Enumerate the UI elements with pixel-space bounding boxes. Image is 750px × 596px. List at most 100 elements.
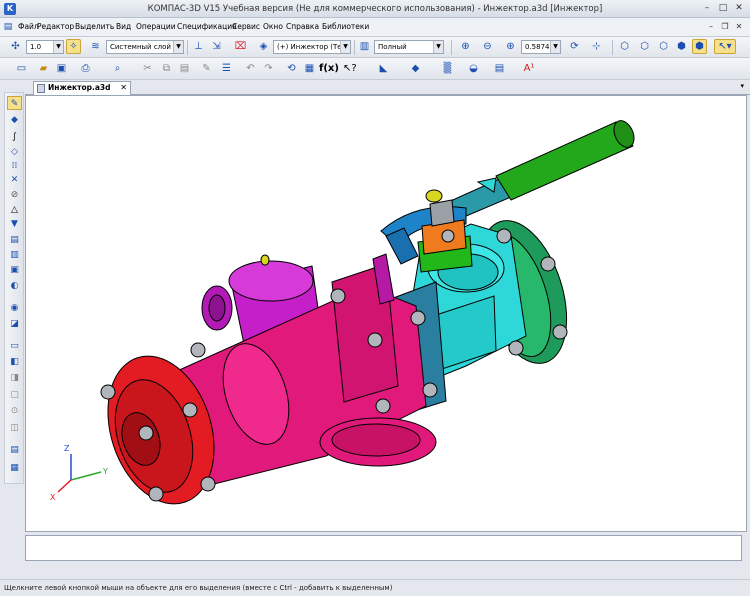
zoom-in-icon[interactable]: ⊕ bbox=[503, 39, 518, 54]
document-icon[interactable]: ▤ bbox=[2, 19, 14, 33]
doc-close-button[interactable]: ✕ bbox=[734, 21, 744, 32]
properties-icon[interactable]: ☰ bbox=[219, 61, 234, 76]
copy-icon[interactable]: ⧉ bbox=[159, 61, 174, 76]
step-combo[interactable]: 1.0 ▼ bbox=[26, 40, 64, 54]
material-icon[interactable]: ◆ bbox=[408, 61, 423, 76]
snap-grid-icon[interactable]: ✧ bbox=[66, 39, 81, 54]
document-tab-bar: Инжектор.a3d ✕ ▾ bbox=[25, 80, 750, 95]
chevron-down-icon[interactable]: ▼ bbox=[340, 41, 350, 53]
sheet-metal-icon[interactable]: ◐ bbox=[7, 279, 22, 293]
zoom-combo[interactable]: 0.5874 ▼ bbox=[521, 40, 561, 54]
menu-view[interactable]: Вид bbox=[116, 22, 131, 31]
part-icon[interactable]: ◈ bbox=[256, 39, 271, 54]
doc-restore-button[interactable]: ❐ bbox=[720, 21, 730, 32]
local-cs-icon[interactable]: ⊥ bbox=[191, 39, 206, 54]
display-mode-combo[interactable]: Полный ▼ bbox=[374, 40, 444, 54]
hidden-lines-icon[interactable]: ⬡ bbox=[637, 39, 652, 54]
view-orientation-icon[interactable]: ◣ bbox=[376, 61, 391, 76]
move-component-icon[interactable]: ◧ bbox=[7, 355, 22, 369]
menu-select[interactable]: Выделить bbox=[75, 22, 114, 31]
help-pointer-icon[interactable]: ↖? bbox=[342, 61, 357, 76]
hidden-thin-icon[interactable]: ⬡ bbox=[656, 39, 671, 54]
measure-tool-icon[interactable]: ▤ bbox=[7, 233, 22, 247]
assembly-icon[interactable]: ◉ bbox=[7, 301, 22, 315]
toolbar-separator bbox=[612, 40, 613, 55]
aux-geometry-icon[interactable]: ✕ bbox=[7, 173, 22, 187]
menu-specification[interactable]: Спецификация bbox=[177, 22, 237, 31]
menu-operations[interactable]: Операции bbox=[136, 22, 176, 31]
print-preview-icon[interactable]: ⌕ bbox=[110, 61, 125, 76]
part-combo[interactable]: (+) Инжектор (Тел ▼ bbox=[273, 40, 351, 54]
layers-icon[interactable]: ≋ bbox=[88, 39, 103, 54]
function-icon[interactable]: f(x) bbox=[318, 61, 339, 76]
section-icon[interactable]: ◒ bbox=[466, 61, 481, 76]
arrays-icon[interactable]: ⁞⁞ bbox=[7, 159, 22, 173]
shaded-edges-icon[interactable]: ⬢ bbox=[692, 39, 707, 54]
manager-icon[interactable]: ⟲ bbox=[284, 61, 299, 76]
constraints-icon[interactable]: △ bbox=[7, 203, 22, 217]
shaded-icon[interactable]: ⬢ bbox=[674, 39, 689, 54]
chevron-down-icon[interactable]: ▼ bbox=[53, 41, 63, 53]
render-mode-icon[interactable]: ▥ bbox=[357, 39, 372, 54]
zoom-window-icon[interactable]: ⊕ bbox=[458, 39, 473, 54]
orientation-axes-icon[interactable]: ⊹ bbox=[589, 39, 604, 54]
report-icon[interactable]: ▣ bbox=[7, 263, 22, 277]
mates-icon[interactable]: ◪ bbox=[7, 317, 22, 331]
open-folder-icon[interactable]: ▰ bbox=[36, 61, 51, 76]
undo-icon[interactable]: ↶ bbox=[243, 61, 258, 76]
menu-help[interactable]: Справка bbox=[286, 22, 319, 31]
chevron-down-icon[interactable]: ▼ bbox=[173, 41, 183, 53]
new-document-icon[interactable]: ▭ bbox=[14, 61, 29, 76]
spec-icon[interactable]: ▥ bbox=[7, 248, 22, 262]
trash-icon[interactable]: ⌧ bbox=[233, 39, 248, 54]
menu-service[interactable]: Сервис bbox=[232, 22, 260, 31]
measure-icon[interactable]: ▒ bbox=[440, 61, 455, 76]
chevron-down-icon[interactable]: ▼ bbox=[550, 41, 560, 53]
solid-ops-icon[interactable]: ◆ bbox=[7, 113, 22, 127]
menu-file[interactable]: Файл bbox=[18, 22, 39, 31]
spline-icon[interactable]: ∫ bbox=[7, 130, 22, 144]
shafts-icon[interactable]: ◫ bbox=[7, 421, 22, 435]
variables-icon[interactable]: ▦ bbox=[302, 61, 317, 76]
save-icon[interactable]: ▣ bbox=[54, 61, 69, 76]
rotate-icon[interactable]: ⟳ bbox=[567, 39, 582, 54]
surfaces-icon[interactable]: ◇ bbox=[7, 145, 22, 159]
doc-minimize-button[interactable]: – bbox=[706, 21, 716, 32]
document-tab[interactable]: Инжектор.a3d ✕ bbox=[33, 81, 131, 95]
edit-part-icon[interactable]: ✎ bbox=[7, 96, 22, 110]
minimize-button[interactable]: – bbox=[702, 3, 712, 13]
property-panel[interactable] bbox=[25, 535, 742, 561]
cursor-step-icon[interactable]: ✣ bbox=[8, 39, 23, 54]
menu-libraries[interactable]: Библиотеки bbox=[322, 22, 369, 31]
menu-window[interactable]: Окно bbox=[263, 22, 283, 31]
compact-toolbar: ✎ ◆ ∫ ◇ ⁞⁞ ✕ ⊘ △ ▼ ▤ ▥ ▣ ◐ ◉ ◪ ▭ ◧ ◨ ▢ ⊙… bbox=[4, 92, 24, 484]
zoom-out-icon[interactable]: ⊖ bbox=[480, 39, 495, 54]
layer-combo[interactable]: Системный слой (0) ▼ bbox=[106, 40, 184, 54]
pipeline-icon[interactable]: ▢ bbox=[7, 388, 22, 402]
format-painter-icon[interactable]: ✎ bbox=[199, 61, 214, 76]
library-icon[interactable]: ▤ bbox=[492, 61, 507, 76]
axis-z-label: Z bbox=[64, 444, 70, 453]
model-viewport[interactable]: Y Z X bbox=[25, 95, 747, 532]
orientation-icon[interactable]: ⇲ bbox=[209, 39, 224, 54]
tab-list-chevron-icon[interactable]: ▾ bbox=[740, 82, 744, 90]
redo-icon[interactable]: ↷ bbox=[261, 61, 276, 76]
edit-model-icon[interactable]: ⊘ bbox=[7, 188, 22, 202]
wireframe-icon[interactable]: ⬡ bbox=[617, 39, 632, 54]
fasteners-icon[interactable]: ⊙ bbox=[7, 404, 22, 418]
drawing-icon[interactable]: ▦ bbox=[7, 461, 22, 475]
close-tab-icon[interactable]: ✕ bbox=[120, 82, 127, 94]
print-icon[interactable]: ⎙ bbox=[78, 61, 93, 76]
text-style-icon[interactable]: A¹ bbox=[520, 61, 538, 76]
close-button[interactable]: ✕ bbox=[734, 3, 744, 13]
libraries-icon[interactable]: ▤ bbox=[7, 443, 22, 457]
rotate-component-icon[interactable]: ◨ bbox=[7, 371, 22, 385]
maximize-button[interactable]: □ bbox=[718, 3, 728, 13]
paste-icon[interactable]: ▤ bbox=[177, 61, 192, 76]
filter-icon[interactable]: ▼ bbox=[7, 217, 22, 231]
menu-editor[interactable]: Редактор bbox=[37, 22, 74, 31]
cut-icon[interactable]: ✂ bbox=[140, 61, 155, 76]
select-filter-icon[interactable]: ↖▾ bbox=[714, 39, 736, 54]
chevron-down-icon[interactable]: ▼ bbox=[433, 41, 443, 53]
insert-component-icon[interactable]: ▭ bbox=[7, 339, 22, 353]
